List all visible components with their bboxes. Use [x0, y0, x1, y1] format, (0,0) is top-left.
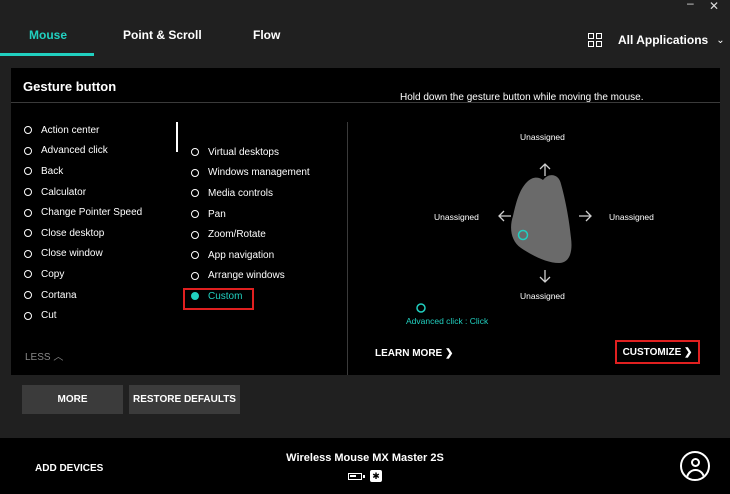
- radio-icon: [24, 311, 32, 320]
- radio-icon: [191, 189, 199, 198]
- gesture-diagram: Unassigned Unassigned Unassigned Unassig…: [351, 118, 720, 348]
- scrollbar[interactable]: [176, 122, 178, 152]
- radio-icon: [24, 249, 32, 258]
- action-label: Action center: [41, 124, 100, 136]
- radio-icon: [24, 208, 32, 217]
- action-label: Back: [41, 165, 64, 177]
- application-selector[interactable]: All Applications ⌄: [588, 31, 725, 49]
- action-label: Media controls: [208, 187, 274, 199]
- radio-icon: [24, 291, 32, 300]
- radio-icon: [191, 271, 199, 280]
- list-item[interactable]: Arrange windows: [191, 266, 341, 287]
- action-list-right: Virtual desktops Windows management Medi…: [191, 142, 341, 307]
- action-label: Calculator: [41, 186, 87, 198]
- radio-icon: [191, 251, 199, 260]
- radio-icon: [191, 230, 199, 239]
- action-list-left: Action center Advanced click Back Calcul…: [24, 120, 184, 326]
- radio-icon: [24, 146, 32, 155]
- restore-defaults-button[interactable]: RESTORE DEFAULTS: [129, 385, 240, 414]
- selection-highlight: [183, 288, 254, 310]
- list-item[interactable]: App navigation: [191, 245, 341, 266]
- action-label: Close window: [41, 248, 103, 260]
- radio-icon: [24, 188, 32, 197]
- gesture-diagram-graphic: [416, 163, 592, 313]
- active-tab-indicator: [0, 53, 94, 56]
- action-label: Cut: [41, 310, 57, 322]
- grid-icon: [588, 33, 602, 47]
- list-item[interactable]: Calculator: [24, 182, 184, 203]
- close-button[interactable]: ✕: [709, 0, 719, 12]
- action-label: Pan: [208, 208, 226, 220]
- click-action-label: Advanced click : Click: [406, 316, 489, 326]
- action-label: App navigation: [208, 249, 275, 261]
- battery-icon: [348, 472, 365, 480]
- list-item[interactable]: Back: [24, 161, 184, 182]
- action-label: Virtual desktops: [208, 146, 279, 158]
- column-divider: [347, 122, 348, 375]
- gesture-panel: Gesture button Hold down the gesture but…: [11, 68, 720, 375]
- radio-icon: [24, 167, 32, 176]
- list-item[interactable]: Close window: [24, 244, 184, 265]
- profile-icon[interactable]: [680, 451, 710, 481]
- tab-mouse[interactable]: Mouse: [29, 28, 67, 42]
- less-toggle[interactable]: LESS ︿: [25, 348, 63, 363]
- click-marker: [416, 303, 426, 313]
- gesture-down-label: Unassigned: [520, 291, 565, 301]
- action-label: Cortana: [41, 289, 77, 301]
- footer-bar: ADD DEVICES Wireless Mouse MX Master 2S …: [0, 438, 730, 494]
- minimize-button[interactable]: –: [687, 0, 694, 9]
- radio-icon: [191, 168, 199, 177]
- action-label: Copy: [41, 268, 65, 280]
- list-item[interactable]: Change Pointer Speed: [24, 202, 184, 223]
- radio-icon: [24, 229, 32, 238]
- panel-title: Gesture button: [23, 79, 117, 94]
- gesture-right-label: Unassigned: [609, 212, 654, 222]
- mouse-silhouette: [511, 175, 572, 263]
- device-status: ✱: [348, 470, 382, 482]
- list-item[interactable]: Virtual desktops: [191, 142, 341, 163]
- gesture-up-label: Unassigned: [520, 132, 565, 142]
- radio-icon: [24, 270, 32, 279]
- action-label: Arrange windows: [208, 270, 285, 282]
- list-item[interactable]: Advanced click: [24, 141, 184, 162]
- add-devices-button[interactable]: ADD DEVICES: [35, 463, 103, 474]
- learn-more-link[interactable]: LEARN MORE ❯: [375, 348, 453, 359]
- list-item[interactable]: Cut: [24, 305, 184, 326]
- list-item[interactable]: Copy: [24, 264, 184, 285]
- more-button[interactable]: MORE: [22, 385, 123, 414]
- radio-icon: [191, 148, 199, 157]
- list-item[interactable]: Media controls: [191, 183, 341, 204]
- action-label: Zoom/Rotate: [208, 229, 266, 241]
- action-label: Advanced click: [41, 145, 108, 157]
- list-item[interactable]: Cortana: [24, 285, 184, 306]
- application-label: All Applications: [618, 33, 709, 47]
- chevron-down-icon: ⌄: [716, 34, 725, 46]
- radio-icon: [24, 126, 32, 135]
- list-item[interactable]: Windows management: [191, 163, 341, 184]
- action-label: Windows management: [208, 167, 310, 179]
- radio-icon: [191, 210, 199, 219]
- list-item[interactable]: Pan: [191, 204, 341, 225]
- gesture-hint: Hold down the gesture button while movin…: [400, 92, 644, 103]
- list-item[interactable]: Close desktop: [24, 223, 184, 244]
- action-label: Close desktop: [41, 227, 105, 239]
- list-item[interactable]: Zoom/Rotate: [191, 224, 341, 245]
- title-bar: – ✕: [0, 0, 730, 14]
- customize-button[interactable]: CUSTOMIZE ❯: [615, 340, 700, 364]
- action-label: Change Pointer Speed: [41, 207, 143, 219]
- tab-flow[interactable]: Flow: [253, 28, 280, 42]
- tab-point-scroll[interactable]: Point & Scroll: [123, 28, 202, 42]
- gesture-left-label: Unassigned: [434, 212, 479, 222]
- device-name: Wireless Mouse MX Master 2S: [286, 452, 444, 464]
- bluetooth-icon: ✱: [370, 470, 382, 482]
- list-item[interactable]: Action center: [24, 120, 184, 141]
